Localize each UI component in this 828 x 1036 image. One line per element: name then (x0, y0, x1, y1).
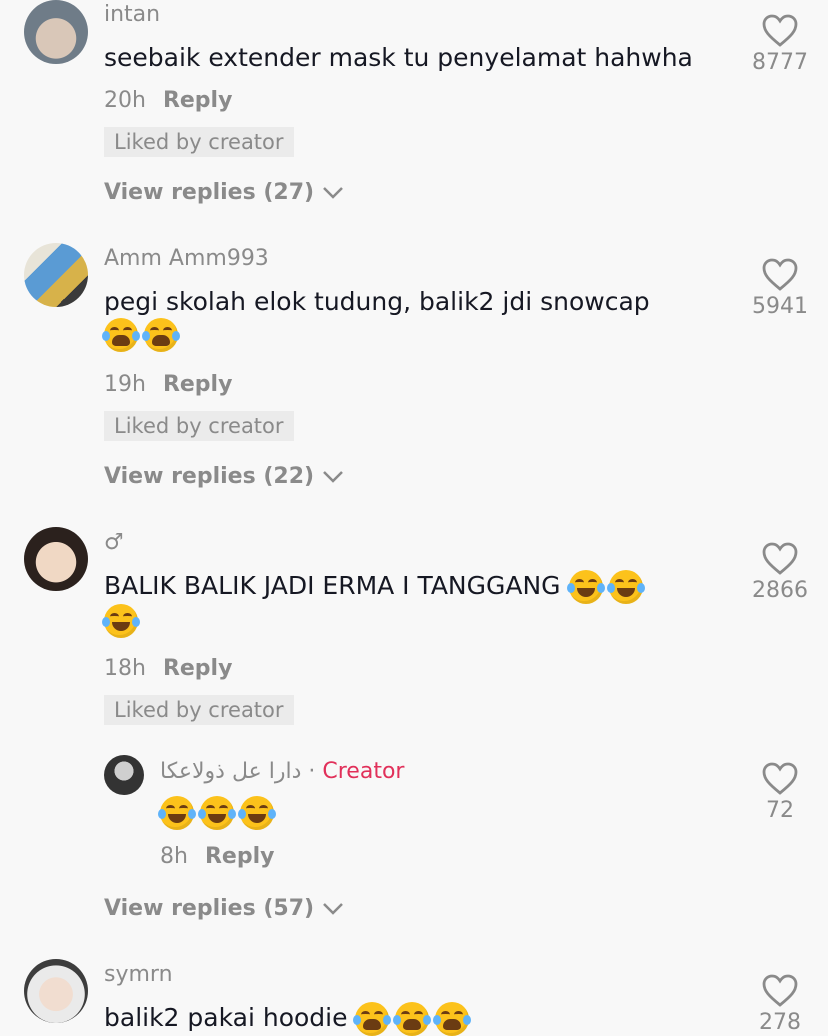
comment-meta: 18h Reply (104, 656, 232, 681)
like-count: 72 (766, 798, 794, 823)
loudly-crying-face-icon (433, 1002, 472, 1036)
view-replies-button[interactable]: View replies (57) (104, 896, 344, 921)
comment-meta: 20h Reply (104, 88, 232, 113)
liked-by-creator-badge: Liked by creator (104, 695, 294, 725)
comment-text: BALIK BALIK JADI ERMA I TANGGANG (102, 570, 649, 638)
creator-badge: Creator (322, 759, 405, 784)
like-button[interactable]: 5941 (745, 258, 815, 319)
comment-meta: 19h Reply (104, 372, 232, 397)
comment-username[interactable]: intan (104, 2, 160, 27)
chevron-down-icon (322, 187, 343, 199)
view-replies-button[interactable]: View replies (27) (104, 180, 344, 205)
like-button[interactable]: 8777 (745, 14, 815, 75)
face-with-tears-of-joy-icon (158, 796, 196, 830)
heart-outline-icon (762, 14, 798, 47)
loudly-crying-face-icon (393, 1002, 432, 1036)
heart-outline-icon (762, 258, 798, 291)
reply-button[interactable]: Reply (163, 656, 233, 681)
loudly-crying-face-icon (102, 318, 140, 352)
heart-outline-icon (762, 762, 798, 795)
reply-button[interactable]: Reply (163, 372, 233, 397)
avatar[interactable] (24, 243, 88, 307)
heart-outline-icon (762, 542, 798, 575)
like-count: 5941 (752, 294, 808, 319)
chevron-down-icon (322, 903, 343, 915)
comment-text-content: BALIK BALIK JADI ERMA I TANGGANG (104, 571, 561, 600)
avatar[interactable] (104, 755, 144, 795)
avatar[interactable] (24, 959, 88, 1023)
comment-text-content: pegi skolah elok tudung, balik2 jdi snow… (104, 287, 650, 316)
like-button[interactable]: 72 (745, 762, 815, 823)
heart-outline-icon (762, 974, 798, 1007)
comment-text: pegi skolah elok tudung, balik2 jdi snow… (102, 286, 650, 352)
comment-username[interactable]: symrn (104, 962, 173, 987)
reply-button[interactable]: Reply (205, 844, 275, 869)
view-replies-label: View replies (57) (104, 896, 315, 921)
liked-by-creator-badge: Liked by creator (104, 127, 294, 157)
like-count: 8777 (752, 50, 808, 75)
comment-text: balik2 pakai hoodie (104, 1002, 475, 1036)
comment-username[interactable]: ♂ (104, 530, 124, 555)
liked-by-creator-badge: Liked by creator (104, 411, 294, 441)
chevron-down-icon (322, 471, 343, 483)
comment-text-content: balik2 pakai hoodie (104, 1003, 348, 1032)
face-with-tears-of-joy-icon (102, 604, 140, 638)
reply-text (158, 796, 280, 830)
reply-button[interactable]: Reply (163, 88, 233, 113)
face-with-tears-of-joy-icon (566, 570, 605, 604)
view-replies-button[interactable]: View replies (22) (104, 464, 344, 489)
avatar[interactable] (24, 0, 88, 64)
like-count: 278 (759, 1010, 801, 1035)
loudly-crying-face-icon (142, 318, 180, 352)
reply-username-row: دارا عل ذولاعكا · Creator (160, 759, 404, 784)
face-with-tears-of-joy-icon (198, 796, 236, 830)
loudly-crying-face-icon (353, 1002, 392, 1036)
face-with-tears-of-joy-icon (238, 796, 276, 830)
comment-text: seebaik extender mask tu penyelamat hahw… (104, 43, 693, 72)
like-button[interactable]: 2866 (745, 542, 815, 603)
reply-meta: 8h Reply (160, 844, 274, 869)
reply-time: 8h (160, 844, 188, 869)
comment-time: 18h (104, 656, 146, 681)
avatar[interactable] (24, 527, 88, 591)
comment-username[interactable]: Amm Amm993 (104, 246, 269, 271)
like-count: 2866 (752, 578, 808, 603)
view-replies-label: View replies (22) (104, 464, 315, 489)
like-button[interactable]: 278 (745, 974, 815, 1035)
comment-time: 19h (104, 372, 146, 397)
reply-username[interactable]: دارا عل ذولاعكا (160, 759, 301, 784)
face-with-tears-of-joy-icon (606, 570, 645, 604)
comment-time: 20h (104, 88, 146, 113)
separator: · (308, 759, 316, 784)
view-replies-label: View replies (27) (104, 180, 315, 205)
